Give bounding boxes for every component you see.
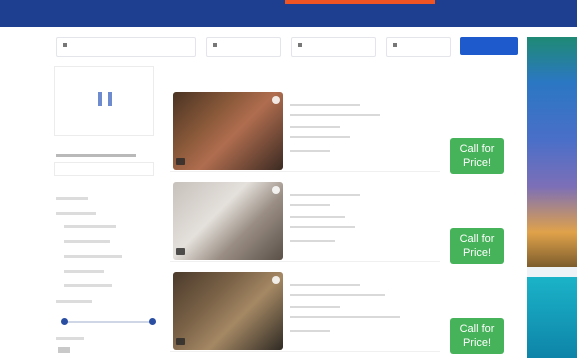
hotel-address bbox=[290, 194, 360, 196]
filter-option[interactable] bbox=[64, 255, 122, 258]
filter-heading bbox=[56, 212, 96, 215]
hotel-detail bbox=[290, 306, 340, 308]
ad-banner[interactable] bbox=[527, 277, 577, 358]
calendar-icon bbox=[213, 42, 217, 47]
hotel-photo[interactable] bbox=[173, 92, 283, 170]
location-icon bbox=[63, 42, 67, 47]
hotel-detail bbox=[290, 216, 345, 218]
ad-banner[interactable] bbox=[527, 37, 577, 267]
hotel-detail bbox=[290, 330, 330, 332]
search-button[interactable] bbox=[460, 37, 518, 55]
filter-option[interactable] bbox=[64, 240, 110, 243]
promo-banner[interactable] bbox=[285, 0, 435, 4]
hotel-detail bbox=[290, 316, 400, 318]
filter-option[interactable] bbox=[64, 270, 104, 273]
call-for-price-button[interactable]: Call for Price! bbox=[450, 138, 504, 174]
destination-field[interactable] bbox=[56, 37, 196, 57]
name-search-input[interactable] bbox=[54, 162, 154, 176]
filter-heading bbox=[56, 197, 88, 200]
hotel-card[interactable] bbox=[170, 90, 440, 172]
map-marker-icon bbox=[98, 92, 102, 106]
hotel-detail bbox=[290, 136, 350, 138]
call-price-line: Call for bbox=[459, 143, 495, 155]
hotel-rating bbox=[290, 294, 385, 296]
filter-option[interactable] bbox=[64, 284, 112, 287]
person-icon bbox=[393, 42, 397, 47]
hotel-address bbox=[290, 284, 360, 286]
checkin-field[interactable] bbox=[206, 37, 281, 57]
camera-icon bbox=[176, 338, 185, 345]
search-bar bbox=[48, 37, 518, 57]
guests-field[interactable] bbox=[386, 37, 451, 57]
hotel-detail bbox=[290, 240, 335, 242]
hotel-detail bbox=[290, 150, 330, 152]
filter-option[interactable] bbox=[64, 225, 116, 228]
map-box[interactable] bbox=[54, 66, 154, 136]
hotel-photo[interactable] bbox=[173, 182, 283, 260]
hotel-rating bbox=[290, 114, 380, 116]
ad-column bbox=[527, 37, 577, 358]
heart-icon[interactable] bbox=[272, 96, 280, 104]
call-price-line: Price! bbox=[462, 247, 492, 259]
checkout-field[interactable] bbox=[291, 37, 376, 57]
sidebar-title bbox=[56, 154, 136, 157]
filter-heading bbox=[56, 337, 84, 340]
camera-icon bbox=[176, 248, 185, 255]
price-filter-heading bbox=[56, 300, 92, 303]
heart-icon[interactable] bbox=[272, 276, 280, 284]
map-marker-icon bbox=[108, 92, 112, 106]
hotel-detail bbox=[290, 226, 355, 228]
heart-icon[interactable] bbox=[272, 186, 280, 194]
hotel-rating bbox=[290, 204, 330, 206]
price-slider-max-handle[interactable] bbox=[149, 318, 156, 325]
call-for-price-button[interactable]: Call for Price! bbox=[450, 228, 504, 264]
calendar-icon bbox=[298, 42, 302, 47]
price-slider-min-handle[interactable] bbox=[61, 318, 68, 325]
call-price-line: Price! bbox=[462, 337, 492, 349]
filters-sidebar bbox=[48, 62, 158, 358]
camera-icon bbox=[176, 158, 185, 165]
hotel-card[interactable] bbox=[170, 270, 440, 352]
hotel-address bbox=[290, 104, 360, 106]
call-price-line: Call for bbox=[459, 323, 495, 335]
hotel-card[interactable] bbox=[170, 180, 440, 262]
call-price-line: Call for bbox=[459, 233, 495, 245]
hotel-detail bbox=[290, 126, 340, 128]
hotel-photo[interactable] bbox=[173, 272, 283, 350]
top-bar bbox=[0, 0, 577, 27]
filter-option[interactable] bbox=[58, 347, 70, 353]
call-for-price-button[interactable]: Call for Price! bbox=[450, 318, 504, 354]
call-price-line: Price! bbox=[462, 157, 492, 169]
price-slider[interactable] bbox=[64, 321, 156, 323]
